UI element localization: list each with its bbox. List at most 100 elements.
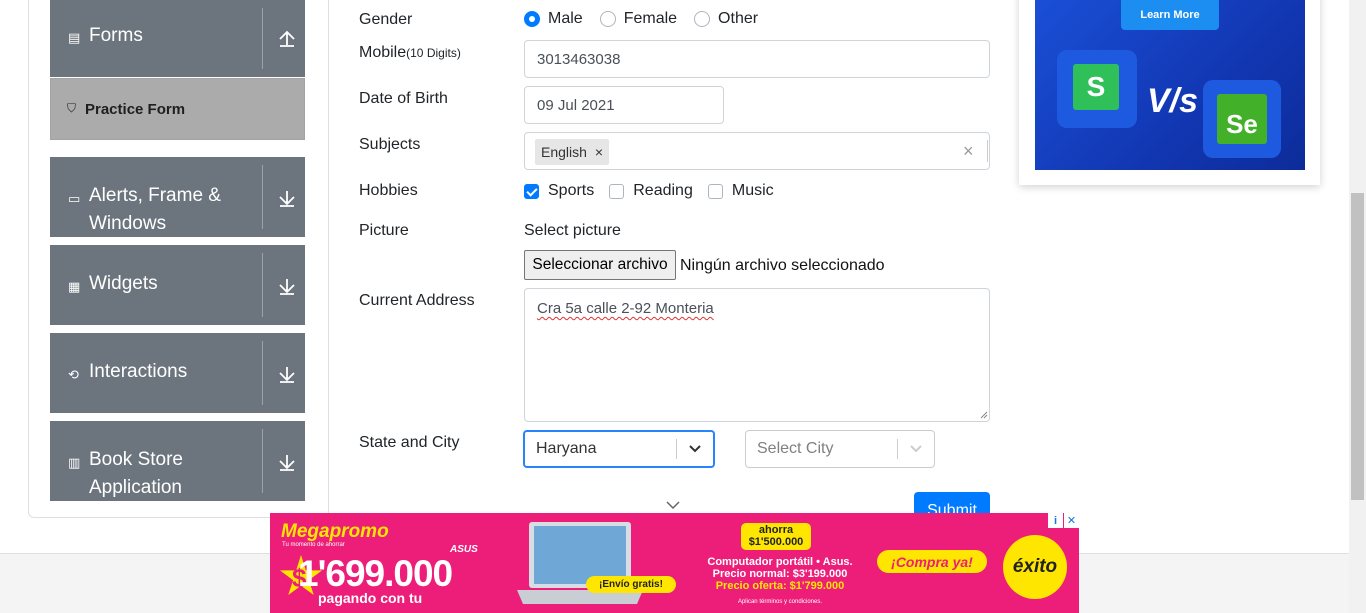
sidebar-group-label: Widgets — [89, 273, 158, 294]
mobile-hint: (10 Digits) — [406, 46, 461, 60]
ad-info-icon[interactable]: i — [1048, 513, 1063, 528]
widgets-icon: ▦ — [68, 279, 81, 294]
savings-badge: ahorra $1'500.000 — [741, 523, 811, 550]
mobile-value: 3013463038 — [537, 50, 621, 68]
learn-more-button[interactable]: Learn More — [1121, 0, 1219, 30]
banner-ad[interactable]: Megapromo Tu momento de ahorrar ASUS $ 1… — [270, 513, 1079, 613]
city-placeholder: Select City — [757, 440, 834, 457]
selenium-logo-icon: Se — [1217, 94, 1267, 144]
banner-price: 1'699.000 — [298, 553, 453, 594]
vs-text: V/s — [1147, 82, 1199, 120]
laptop-image — [517, 522, 643, 604]
product-name: Computador portátil • Asus. — [707, 556, 853, 568]
radio-label[interactable]: Female — [624, 10, 677, 28]
ad-tile-left: S — [1057, 50, 1137, 128]
katalon-logo-icon: S — [1073, 64, 1119, 110]
divider — [262, 8, 263, 69]
asus-logo: ASUS — [450, 544, 478, 555]
terms-text: Aplican términos y condiciones. — [737, 599, 823, 605]
gender-radio-group: Male Female Other — [524, 10, 775, 28]
choose-file-button[interactable]: Seleccionar archivo — [524, 250, 676, 280]
books-icon: ▥ — [68, 455, 81, 470]
checkbox-sports[interactable] — [524, 183, 539, 199]
radio-label[interactable]: Male — [548, 10, 583, 28]
arrow-down-icon[interactable] — [278, 190, 296, 208]
dob-input[interactable]: 09 Jul 2021 — [524, 86, 724, 124]
interactions-icon: ⟲ — [68, 367, 79, 382]
chip-remove-icon[interactable]: × — [595, 144, 603, 160]
dob-label: Date of Birth — [359, 90, 448, 107]
sidebar-group-alerts[interactable]: ▭ Alerts, Frame & Windows — [50, 157, 305, 237]
savings-amount: $1'500.000 — [748, 536, 804, 548]
offer-price: Precio oferta: $1'799.000 — [715, 580, 845, 592]
normal-price: Precio normal: $3'199.000 — [712, 568, 848, 580]
sidebar-group-label-line2: Application — [89, 477, 182, 498]
ad-tile-right: Se — [1203, 80, 1281, 158]
html5-icon: ⛉ — [67, 101, 77, 115]
banner-pay-text: pagando con tu — [318, 590, 423, 606]
banner-subtitle: Tu momento de ahorrar — [282, 542, 345, 548]
ad-close-icon[interactable]: ✕ — [1064, 513, 1079, 528]
city-select[interactable]: Select City — [745, 430, 935, 468]
document-icon: ▤ — [68, 30, 81, 45]
sidebar-group-book-store[interactable]: ▥ Book Store Application — [50, 421, 305, 501]
radio-female[interactable] — [599, 11, 616, 27]
clear-subjects-icon[interactable]: × — [963, 141, 974, 162]
checkbox-label[interactable]: Sports — [548, 182, 594, 200]
hobby-option-sports[interactable]: Sports — [524, 182, 594, 200]
exito-logo: éxito — [1003, 535, 1067, 599]
gender-option-other[interactable]: Other — [694, 10, 758, 28]
address-value: Cra 5a calle 2-92 Monteria — [537, 300, 714, 317]
radio-label[interactable]: Other — [718, 10, 758, 28]
mobile-label-text: Mobile — [359, 44, 407, 61]
divider — [987, 140, 988, 162]
savings-label: ahorra — [758, 524, 794, 536]
sidebar-group-label-line2: Windows — [89, 213, 167, 234]
address-textarea[interactable]: Cra 5a calle 2-92 Monteria — [524, 288, 990, 422]
radio-male[interactable] — [524, 11, 540, 27]
state-value: Haryana — [536, 440, 597, 457]
state-select[interactable]: Haryana — [523, 430, 715, 468]
arrow-down-icon[interactable] — [278, 454, 296, 472]
sidebar-item-practice-form[interactable]: ⛉ Practice Form — [50, 78, 305, 140]
free-shipping-badge: ¡Envío gratis! — [586, 576, 676, 593]
arrow-down-icon[interactable] — [278, 278, 296, 296]
gender-option-female[interactable]: Female — [599, 10, 677, 28]
sidebar-item-label: Practice Form — [85, 101, 186, 118]
checkbox-music[interactable] — [707, 183, 723, 199]
chevron-down-icon[interactable] — [666, 500, 680, 510]
checkbox-label[interactable]: Music — [732, 182, 774, 200]
sidebar-group-label: Book Store — [89, 449, 183, 470]
address-label: Current Address — [359, 292, 475, 309]
radio-other[interactable] — [694, 11, 711, 27]
chevron-down-icon[interactable] — [677, 442, 713, 456]
mobile-label: Mobile(10 Digits) — [359, 44, 461, 62]
chevron-down-icon[interactable] — [898, 442, 934, 456]
hobbies-label: Hobbies — [359, 182, 418, 199]
checkbox-label[interactable]: Reading — [633, 182, 693, 200]
sidebar-group-widgets[interactable]: ▦ Widgets — [50, 245, 305, 325]
buy-now-button[interactable]: ¡Compra ya! — [877, 550, 987, 573]
sidebar-group-label: Alerts, Frame & — [89, 185, 221, 206]
hobby-option-reading[interactable]: Reading — [609, 182, 693, 200]
divider — [262, 341, 263, 405]
resize-handle-icon[interactable] — [980, 411, 988, 419]
ad-image[interactable]: Learn More S V/s Se — [1035, 0, 1305, 170]
subjects-label: Subjects — [359, 136, 421, 153]
arrow-down-icon[interactable] — [278, 366, 296, 384]
hobby-option-music[interactable]: Music — [707, 182, 774, 200]
arrow-up-icon[interactable] — [278, 30, 296, 48]
subject-chip: English × — [535, 139, 610, 165]
checkbox-reading[interactable] — [609, 183, 625, 199]
banner-title: Megapromo — [281, 521, 389, 542]
file-status-text: Ningún archivo seleccionado — [680, 257, 885, 274]
picture-label: Picture — [359, 222, 409, 239]
hobbies-checkbox-group: Sports Reading Music — [524, 182, 791, 200]
gender-option-male[interactable]: Male — [524, 10, 583, 28]
divider — [262, 429, 263, 493]
sidebar-group-label: Interactions — [89, 361, 188, 382]
sidebar-group-forms[interactable]: ▤ Forms — [50, 0, 305, 77]
scrollbar-thumb[interactable] — [1351, 193, 1364, 500]
mobile-input[interactable]: 3013463038 — [524, 40, 990, 78]
sidebar-group-interactions[interactable]: ⟲ Interactions — [50, 333, 305, 413]
